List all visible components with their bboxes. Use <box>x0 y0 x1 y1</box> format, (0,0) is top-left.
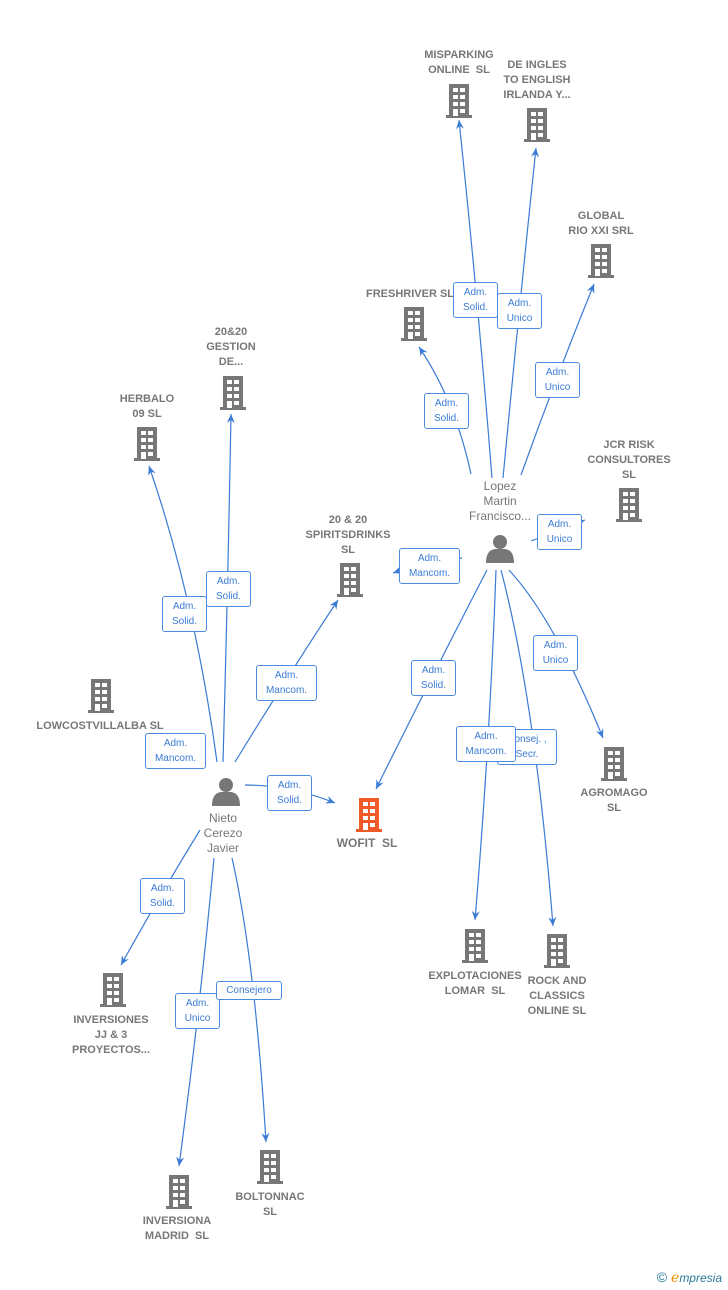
building-icon[interactable] <box>401 307 427 341</box>
node-label-rock[interactable]: ROCK AND CLASSICS ONLINE SL <box>528 974 587 1019</box>
edge-label-nieto-lowcost[interactable]: Adm. Mancom. <box>145 733 206 769</box>
edge-label-nieto-boltonnac[interactable]: Consejero <box>216 981 282 1000</box>
edge-label-lopez-deingles[interactable]: Adm. Unico <box>497 293 542 329</box>
node-label-agromago[interactable]: AGROMAGO SL <box>580 786 647 816</box>
node-label-global[interactable]: GLOBAL RIO XXI SRL <box>568 209 633 239</box>
copyright-symbol: © <box>656 1269 668 1285</box>
node-label-boltonnac[interactable]: BOLTONNAC SL <box>235 1190 304 1220</box>
edge-label-nieto-spirits[interactable]: Adm. Mancom. <box>256 665 317 701</box>
edge-label-nieto-inversiona[interactable]: Adm. Unico <box>175 993 220 1029</box>
edge-label-lopez-misparking[interactable]: Adm. Solid. <box>453 282 498 318</box>
edge-label-lopez-jcr[interactable]: Adm. Unico <box>537 514 582 550</box>
node-label-jcr[interactable]: JCR RISK CONSULTORES SL <box>587 438 670 483</box>
edge-line <box>231 857 267 1143</box>
edge-label-nieto-herbalo[interactable]: Adm. Solid. <box>162 596 207 632</box>
building-icon[interactable] <box>257 1150 283 1184</box>
building-icon[interactable] <box>616 488 642 522</box>
building-icon[interactable] <box>134 427 160 461</box>
building-icon[interactable] <box>166 1175 192 1209</box>
building-icon[interactable] <box>588 244 614 278</box>
building-icon[interactable] <box>601 747 627 781</box>
building-icon[interactable] <box>524 108 550 142</box>
building-icon[interactable] <box>356 798 382 832</box>
person-icon[interactable] <box>212 778 240 806</box>
node-label-nieto[interactable]: Nieto Cerezo Javier <box>204 811 243 856</box>
brand-name: mpresia <box>679 1271 722 1285</box>
node-label-herbalo[interactable]: HERBALO 09 SL <box>120 392 174 422</box>
building-icon[interactable] <box>337 563 363 597</box>
node-label-inversionesjj[interactable]: INVERSIONES JJ & 3 PROYECTOS... <box>72 1013 150 1058</box>
node-label-freshriver[interactable]: FRESHRIVER SL <box>366 287 454 302</box>
relationship-graph <box>88 84 642 1209</box>
building-icon[interactable] <box>100 973 126 1007</box>
building-icon[interactable] <box>544 934 570 968</box>
building-icon[interactable] <box>462 929 488 963</box>
arrow-head-icon <box>329 600 338 610</box>
node-label-lopez[interactable]: Lopez Martin Francisco... <box>469 479 531 524</box>
node-label-deingles[interactable]: DE INGLES TO ENGLISH IRLANDA Y... <box>503 58 570 103</box>
node-label-gestion[interactable]: 20&20 GESTION DE... <box>206 325 256 370</box>
building-icon[interactable] <box>88 679 114 713</box>
edge-label-lopez-global[interactable]: Adm. Unico <box>535 362 580 398</box>
edge-nieto-boltonnac <box>231 857 270 1143</box>
edge-label-nieto-inversionesjj[interactable]: Adm. Solid. <box>140 878 185 914</box>
node-label-lowcost[interactable]: LOWCOSTVILLALBA SL <box>36 719 163 734</box>
empresia-logo[interactable]: © empresia <box>657 1269 722 1286</box>
node-label-inversiona[interactable]: INVERSIONA MADRID SL <box>143 1214 211 1244</box>
person-icon[interactable] <box>486 535 514 563</box>
edge-label-lopez-agromago[interactable]: Adm. Unico <box>533 635 578 671</box>
edge-label-lopez-wofit[interactable]: Adm. Solid. <box>411 660 456 696</box>
edge-label-nieto-gestion[interactable]: Adm. Solid. <box>206 571 251 607</box>
node-label-spirits[interactable]: 20 & 20 SPIRITSDRINKS SL <box>306 513 391 558</box>
arrow-head-icon <box>121 955 129 965</box>
building-icon[interactable] <box>220 376 246 410</box>
edge-label-lopez-spirits[interactable]: Adm. Mancom. <box>399 548 460 584</box>
edge-label-lopez-explotaciones[interactable]: Adm. Mancom. <box>456 726 516 762</box>
node-label-misparking[interactable]: MISPARKING ONLINE SL <box>424 48 493 78</box>
building-icon[interactable] <box>446 84 472 118</box>
node-label-explotaciones[interactable]: EXPLOTACIONES LOMAR SL <box>428 969 521 999</box>
edge-label-lopez-freshriver[interactable]: Adm. Solid. <box>424 393 469 429</box>
node-label-wofit[interactable]: WOFIT SL <box>337 836 398 851</box>
edge-label-nieto-wofit[interactable]: Adm. Solid. <box>267 775 312 811</box>
arrow-head-icon <box>419 347 428 357</box>
